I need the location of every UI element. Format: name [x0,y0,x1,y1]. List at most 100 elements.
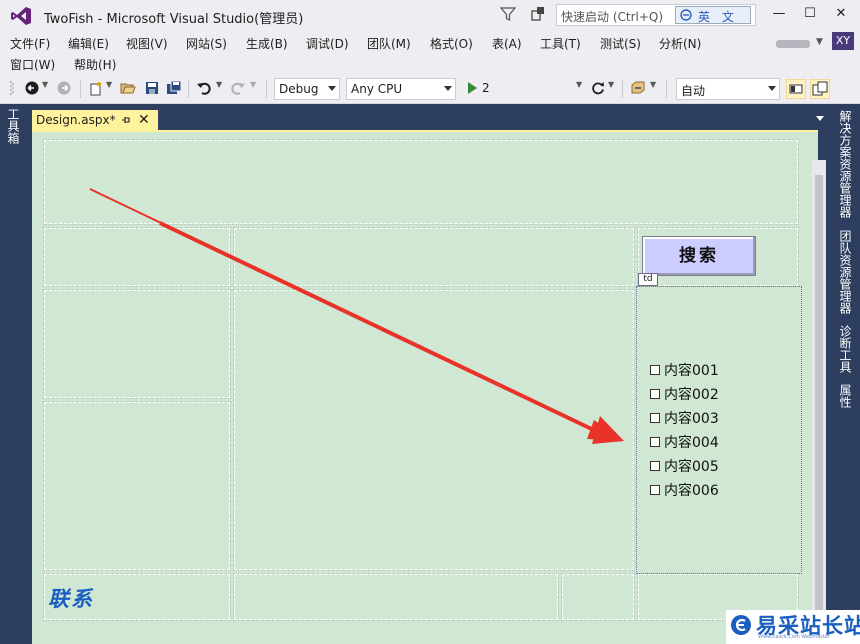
undo-icon[interactable] [196,80,212,96]
configuration-value: Debug [279,82,319,96]
checkbox[interactable] [650,365,660,375]
checkbox-label: 内容002 [664,387,719,403]
ime-indicator[interactable]: 英 文 [675,6,751,24]
navigate-back-icon[interactable] [24,80,40,96]
minimize-button[interactable]: — [768,4,790,24]
solution-configuration-select[interactable]: Debug [274,78,340,100]
search-button[interactable]: 搜索 [642,236,756,276]
layout-mode-value: 自动 [681,84,706,98]
run-target-label[interactable]: 2 [482,81,490,95]
avatar[interactable]: XY [832,32,854,50]
solution-platform-select[interactable]: Any CPU [346,78,456,100]
menu-debug[interactable]: 调试(D) [306,35,349,52]
window-title: TwoFish - Microsoft Visual Studio(管理员) [44,12,304,27]
refresh-dropdown-icon[interactable]: ▼ [608,80,614,89]
toolbox-tab[interactable]: 工具箱 [6,108,22,144]
menu-view[interactable]: 视图(V) [126,35,168,52]
solution-explorer-tab[interactable]: 解决方案资源管理器 [836,110,854,218]
menu-bar: 文件(F) 编辑(E) 视图(V) 网站(S) 生成(B) 调试(D) 团队(M… [0,32,860,74]
team-explorer-tab[interactable]: 团队资源管理器 [836,230,854,314]
save-all-icon[interactable] [166,80,182,96]
document-tab-design-aspx[interactable]: Design.aspx* ✕ [32,110,158,132]
menu-window[interactable]: 窗口(W) [10,56,55,73]
table-cell-main[interactable] [233,289,635,571]
refresh-icon[interactable] [590,80,606,96]
notification-filter-icon[interactable] [500,6,516,22]
site-watermark: 易采站长站 Www.Easck.Com Webmaster [726,610,860,644]
save-icon[interactable] [144,80,160,96]
menu-analyze[interactable]: 分析(N) [659,35,701,52]
tab-list-dropdown-icon[interactable] [816,116,824,121]
menu-file[interactable]: 文件(F) [10,35,50,52]
user-name[interactable] [776,40,810,48]
menu-test[interactable]: 测试(S) [600,35,641,52]
menu-website[interactable]: 网站(S) [186,35,227,52]
quick-launch-input[interactable]: 快速启动 (Ctrl+Q) 英 文 [556,4,756,26]
title-bar: TwoFish - Microsoft Visual Studio(管理员) 快… [0,0,860,32]
ime-label: 英 文 [698,10,738,24]
layout-mode-select[interactable]: 自动 [676,78,780,100]
menu-team[interactable]: 团队(M) [367,35,411,52]
quick-launch-placeholder: 快速启动 (Ctrl+Q) [561,10,664,24]
pin-icon[interactable] [120,114,132,126]
run-dropdown-icon[interactable]: ▼ [576,80,582,89]
menu-table[interactable]: 表(A) [492,35,522,52]
td-tag-label[interactable]: td [638,273,658,286]
close-icon[interactable]: ✕ [138,113,152,127]
table-cell-header[interactable] [43,139,799,225]
chevron-down-icon [768,86,776,91]
toolbar-separator [266,80,267,98]
maximize-button[interactable]: ☐ [799,4,821,24]
watermark-logo-icon [731,615,751,635]
checkbox-label: 内容006 [664,483,719,499]
close-window-button[interactable]: ✕ [830,4,852,24]
start-debugging-icon[interactable] [464,80,480,96]
table-cell-footer[interactable] [233,573,559,621]
checkbox[interactable] [650,389,660,399]
table-cell[interactable] [43,289,231,399]
feedback-icon[interactable] [530,6,546,22]
properties-tab[interactable]: 属性 [836,384,854,408]
scrollbar-thumb[interactable] [815,175,823,610]
checkbox[interactable] [650,485,660,495]
menu-tools[interactable]: 工具(T) [540,35,581,52]
platform-value: Any CPU [351,82,403,96]
checkbox[interactable] [650,461,660,471]
chevron-down-icon[interactable]: ▼ [816,37,823,47]
table-cell[interactable] [233,227,635,287]
open-file-icon[interactable] [120,80,136,96]
new-dropdown-icon[interactable]: ▼ [106,80,112,89]
browser-link-dropdown-icon[interactable]: ▼ [650,80,656,89]
menu-help[interactable]: 帮助(H) [74,56,116,73]
toolbar-separator [622,80,623,98]
back-dropdown-icon[interactable]: ▼ [42,80,48,89]
checkbox[interactable] [650,413,660,423]
redo-icon[interactable] [230,80,246,96]
table-cell[interactable] [43,401,231,571]
menu-edit[interactable]: 编辑(E) [68,35,109,52]
menu-format[interactable]: 格式(O) [430,35,473,52]
chevron-down-icon [444,86,452,91]
toolbar-grip-icon[interactable] [10,80,14,96]
toolbar-separator [666,80,667,98]
standard-toolbar: ▼ ▼ ▼ ▼ Debug Any CPU 2 ▼ ▼ ▼ 自动 [0,74,860,104]
split-view-icon[interactable] [810,79,830,99]
ime-icon [680,9,692,21]
toolbar-separator [188,80,189,98]
browser-link-icon[interactable] [630,80,646,96]
redo-dropdown-icon[interactable]: ▼ [250,80,256,89]
checkbox[interactable] [650,437,660,447]
menu-build[interactable]: 生成(B) [246,35,288,52]
design-view-icon[interactable] [786,79,806,99]
navigate-forward-icon[interactable] [56,80,72,96]
contact-heading: 联系 [48,586,94,611]
left-dock-panel [0,104,28,644]
new-project-icon[interactable] [88,80,104,96]
table-cell[interactable] [43,227,231,287]
document-tab-label: Design.aspx* [36,113,116,127]
table-cell-footer[interactable] [561,573,635,621]
diagnostic-tools-tab[interactable]: 诊断工具 [836,325,854,373]
selected-td-outline[interactable] [636,286,802,574]
undo-dropdown-icon[interactable]: ▼ [216,80,222,89]
toolbar-separator [80,80,81,98]
